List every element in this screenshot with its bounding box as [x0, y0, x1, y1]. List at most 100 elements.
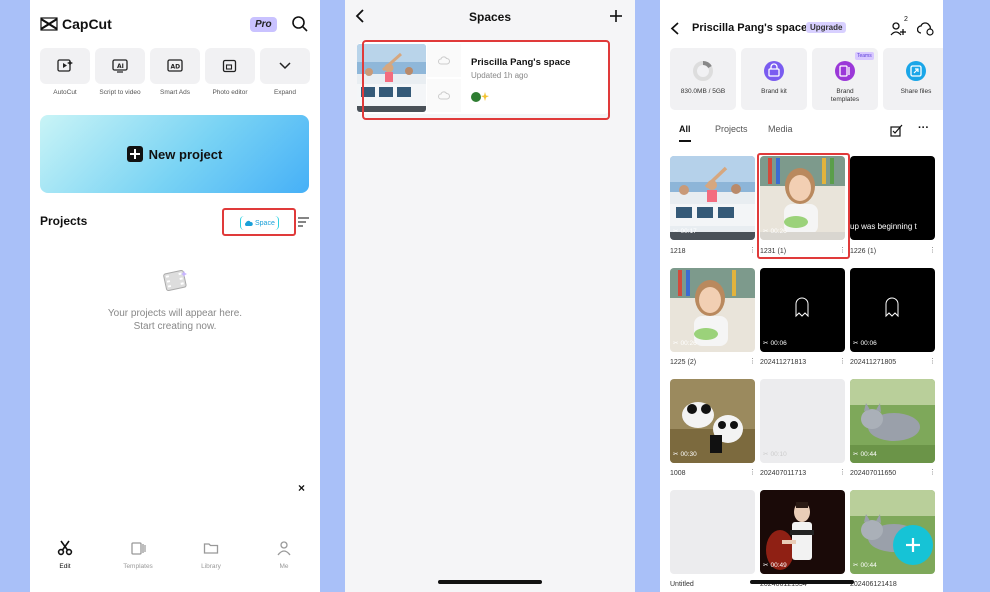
item-name: 1225 (2)	[670, 359, 697, 366]
item-more-icon[interactable]: ⋮	[929, 246, 936, 254]
upgrade-badge[interactable]: Upgrade	[806, 22, 847, 33]
item-more-icon[interactable]: ⋮	[929, 468, 936, 476]
add-member-icon[interactable]	[890, 20, 910, 41]
tool-label: Smart Ads	[160, 89, 190, 96]
item-name: 202411271813	[760, 359, 807, 366]
home-indicator	[750, 580, 854, 584]
grid-item[interactable]	[670, 490, 755, 574]
back-icon[interactable]	[670, 22, 680, 40]
new-project-button[interactable]: New project	[40, 115, 309, 193]
duration: ✂ 00:30	[673, 450, 697, 459]
share-files-card[interactable]: Share files	[883, 48, 943, 110]
nav-label: Edit	[59, 563, 71, 570]
tool-script-to-video[interactable]: AI Script to video	[95, 48, 145, 96]
duration: ✂ 00:06	[853, 339, 877, 348]
storage-card[interactable]: 830.0MB / 5GB	[670, 48, 736, 110]
item-name: 202407011650	[850, 470, 897, 477]
add-space-icon[interactable]	[609, 9, 623, 28]
svg-text:AD: AD	[171, 64, 181, 71]
scissors-icon: ✂	[673, 340, 679, 347]
space-detail-screen: Priscilla Pang's space Upgrade 2 830.0MB…	[660, 0, 943, 592]
item-more-icon[interactable]: ⋮	[929, 357, 936, 365]
grid-item[interactable]: ✂ 00:26	[670, 268, 755, 352]
item-more-icon[interactable]: ⋮	[749, 357, 756, 365]
select-icon[interactable]	[890, 124, 903, 142]
duration: ✂ 00:10	[763, 450, 787, 459]
plus-icon	[126, 146, 143, 162]
folder-icon	[203, 543, 219, 554]
nav-edit[interactable]: Edit	[35, 540, 95, 570]
content-tabs: All Projects Media ···	[670, 122, 933, 142]
nav-me[interactable]: Me	[254, 540, 314, 570]
grid-item[interactable]: ✂ 00:06	[850, 268, 935, 352]
sort-icon[interactable]	[297, 215, 310, 233]
film-icon	[163, 269, 187, 292]
brand-templates-icon	[835, 61, 855, 81]
highlight-box	[757, 153, 850, 259]
ghost-icon	[885, 297, 899, 318]
tab-media[interactable]: Media	[768, 124, 793, 134]
home-header: CapCut Pro	[40, 14, 310, 38]
grid-item[interactable]: ✂ 00:30	[670, 379, 755, 463]
item-more-icon[interactable]: ⋮	[749, 246, 756, 254]
brand-templates-card[interactable]: Teams Brand templates	[812, 48, 878, 110]
smart-ads-icon: AD	[167, 59, 183, 72]
nav-label: Library	[201, 563, 221, 570]
spaces-title: Spaces	[468, 10, 512, 24]
grid-item[interactable]: ✂ 00:17	[670, 156, 755, 240]
capcut-logo: CapCut	[40, 16, 112, 32]
duration: ✂ 00:49	[763, 561, 787, 570]
spaces-screen: Spaces Priscilla Pang's space Updated 1h…	[345, 0, 635, 592]
brand-name: CapCut	[62, 16, 112, 32]
item-more-icon[interactable]: ⋮	[839, 357, 846, 365]
close-icon[interactable]: ×	[298, 481, 305, 495]
space-quick-actions: 830.0MB / 5GB Brand kit Teams Brand temp…	[670, 48, 943, 110]
brand-templates-label: Brand templates	[830, 88, 860, 103]
tool-expand[interactable]: Expand	[260, 48, 310, 96]
grid-item[interactable]: ✂ 00:06	[760, 268, 845, 352]
space-header: Priscilla Pang's space Upgrade 2	[660, 0, 943, 40]
brand-kit-icon	[764, 61, 784, 81]
grid-item[interactable]: ✂ 00:10	[760, 379, 845, 463]
svg-text:AI: AI	[117, 63, 124, 70]
search-icon[interactable]	[291, 15, 309, 38]
duration: ✂ 00:44	[853, 561, 877, 570]
tool-label: Photo editor	[212, 89, 248, 96]
brand-kit-label: Brand kit	[761, 88, 787, 95]
more-icon[interactable]: ···	[918, 122, 929, 134]
tool-autocut[interactable]: AutoCut	[40, 48, 90, 96]
ghost-icon	[795, 297, 809, 318]
home-screen: CapCut Pro AutoCut AI Script to video AD…	[30, 0, 320, 592]
item-more-icon[interactable]: ⋮	[749, 468, 756, 476]
cloud-settings-icon[interactable]	[916, 21, 935, 41]
tab-projects[interactable]: Projects	[715, 124, 748, 134]
duration: ✂ 00:06	[763, 339, 787, 348]
scissors-icon: ✂	[763, 451, 769, 458]
nav-label: Templates	[123, 563, 153, 570]
caption-overlay: up was beginning t	[850, 222, 917, 231]
space-button[interactable]: Space	[222, 208, 296, 236]
nav-library[interactable]: Library	[181, 540, 241, 570]
empty-text-line2: Start creating now.	[133, 321, 217, 332]
brand-kit-card[interactable]: Brand kit	[741, 48, 807, 110]
tool-smart-ads[interactable]: AD Smart Ads	[150, 48, 200, 96]
grid-item[interactable]: ✂ 00:49	[760, 490, 845, 574]
item-more-icon[interactable]: ⋮	[839, 468, 846, 476]
storage-ring-icon	[693, 60, 713, 81]
templates-icon	[131, 542, 146, 555]
scissors-icon: ✂	[673, 451, 679, 458]
scissors-icon: ✂	[853, 451, 859, 458]
tool-photo-editor[interactable]: Photo editor	[205, 48, 255, 96]
share-files-label: Share files	[900, 88, 932, 95]
chevron-down-icon	[279, 62, 291, 70]
add-fab-button[interactable]	[893, 525, 933, 565]
nav-templates[interactable]: Templates	[108, 540, 168, 570]
item-name: 1008	[670, 470, 686, 477]
tab-all[interactable]: All	[679, 124, 691, 142]
pro-badge[interactable]: Pro	[250, 17, 277, 32]
item-name: 202411271805	[850, 359, 897, 366]
grid-item[interactable]: ✂ 00:44	[850, 379, 935, 463]
item-name: 1226 (1)	[850, 248, 877, 255]
grid-item[interactable]: up was beginning t	[850, 156, 935, 240]
capcut-logo-icon	[40, 17, 58, 31]
